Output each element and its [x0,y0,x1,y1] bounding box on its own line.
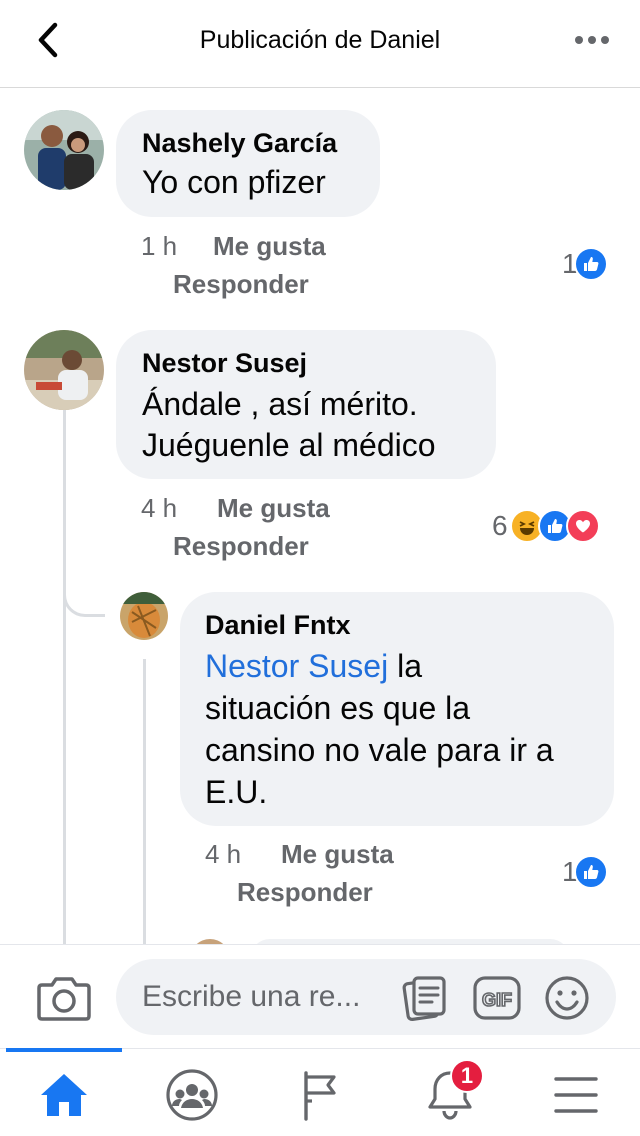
tab-home[interactable] [34,1065,94,1125]
comment-text: Yo con pfizer [142,164,326,200]
reply-bubble[interactable]: Daniel Fntx Nestor Susej la situación es… [180,592,614,826]
comment-text-line: Ándale , así mérito. [142,386,418,422]
avatar[interactable] [120,592,168,640]
comment-text-line: Juéguenle al médico [142,427,436,463]
like-icon [573,855,608,889]
reply-button[interactable]: Responder [173,269,309,300]
comment-input-placeholder: Escribe una re... [142,980,361,1013]
reaction-summary[interactable]: 1 [562,247,608,281]
reply-thread-line [143,659,146,944]
tab-notifications[interactable]: 1 [420,1059,484,1125]
sticker-icon [402,976,446,1021]
reply-button[interactable]: Responder [237,877,373,908]
gif-icon: GIF [473,976,521,1020]
bottom-tab-bar: 1 [0,1048,640,1136]
thread-connector [63,589,105,617]
reply-author[interactable]: Daniel Fntx [205,610,351,641]
comment-time: 1 h [141,231,178,261]
reply-text-line: situación es que la [205,690,471,726]
like-icon [573,247,608,281]
comment-author[interactable]: Nashely García [142,128,337,159]
like-button[interactable]: Me gusta [217,493,330,524]
pages-flag-icon [304,1071,336,1121]
active-tab-indicator [6,1048,122,1052]
reply-text-line: cansino no vale para ir a [205,732,554,768]
sticker-button[interactable] [400,973,450,1023]
top-bar: Publicación de Daniel [0,0,640,88]
emoji-button[interactable] [542,973,592,1023]
reply-time: 4 h [205,839,242,869]
reaction-summary[interactable]: 6 [492,509,600,543]
reply-text-line: E.U. [205,774,268,810]
emoji-icon [545,976,589,1020]
reply-text-fragment: la [388,648,422,684]
reaction-summary[interactable]: 1 [562,855,608,889]
more-options-button[interactable] [570,26,614,54]
page-title: Publicación de Daniel [199,26,441,54]
comment-input[interactable]: Escribe una re... GIF [116,959,616,1035]
thread-line [63,409,66,619]
mention-link[interactable]: Nestor Susej [205,648,388,684]
comment-author[interactable]: Nestor Susej [142,348,307,379]
svg-text:GIF: GIF [482,990,512,1010]
camera-button[interactable] [36,973,92,1023]
home-icon [41,1074,87,1116]
like-button[interactable]: Me gusta [213,231,326,262]
comments-feed[interactable]: Nashely García Yo con pfizer 1 h Me gust… [0,89,640,944]
notification-badge: 1 [450,1059,484,1093]
menu-icon [554,1077,598,1113]
gif-button[interactable]: GIF [472,973,522,1023]
love-icon [565,509,600,543]
tab-pages[interactable] [290,1065,350,1125]
tab-groups[interactable] [162,1065,222,1125]
comment-bubble[interactable]: Nestor Susej Ándale , así mérito. Juégue… [116,330,496,479]
comment-bubble[interactable]: Nashely García Yo con pfizer [116,110,380,217]
reaction-count: 6 [492,510,508,541]
tab-menu[interactable] [546,1065,606,1125]
thread-line-continued [63,617,66,944]
camera-icon [37,977,91,1021]
comment-composer: Escribe una re... GIF [0,944,640,1048]
more-dots-icon [575,36,609,44]
comment-time: 4 h [141,493,178,523]
groups-icon [166,1069,218,1121]
avatar[interactable] [24,330,104,410]
reply-button[interactable]: Responder [173,531,309,562]
reply-text-line: Nestor Susej la [205,646,422,687]
avatar[interactable] [24,110,104,190]
like-button[interactable]: Me gusta [281,839,394,870]
